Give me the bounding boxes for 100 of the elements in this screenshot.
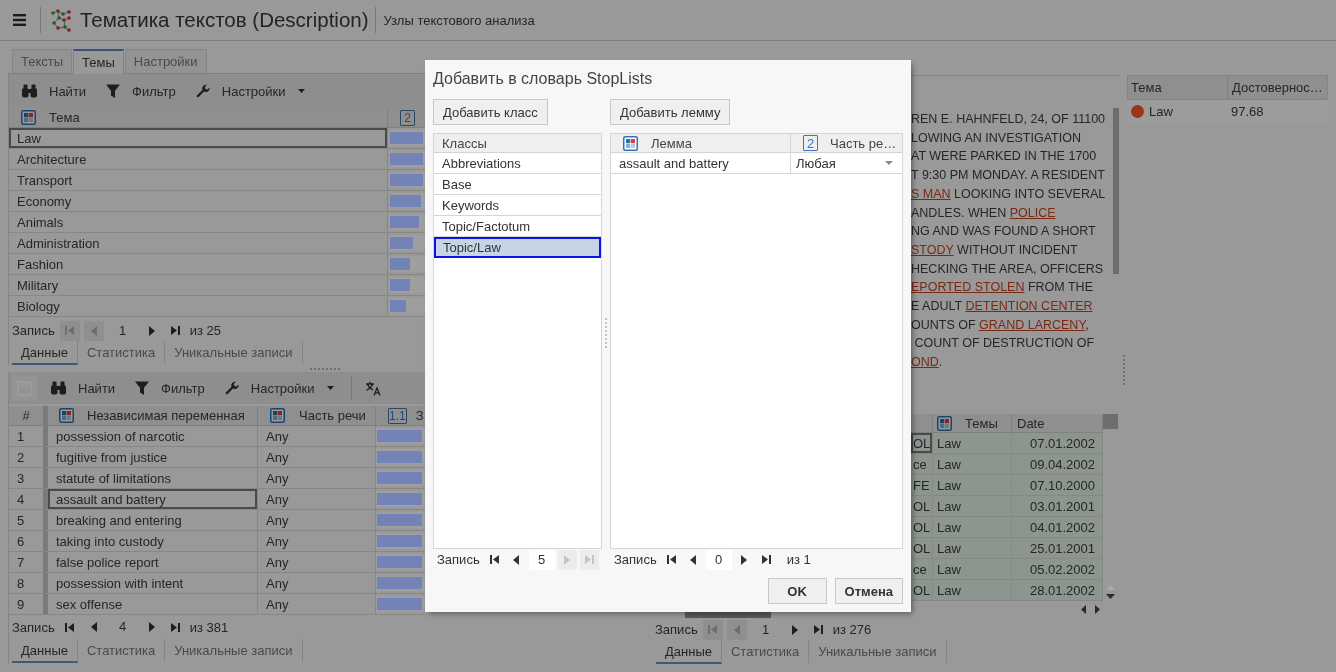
tab[interactable]: Тексты	[12, 49, 73, 73]
page-number-field[interactable]: 1	[750, 619, 781, 640]
term-link[interactable]: S MAN	[911, 186, 951, 201]
wrench-icon	[224, 381, 239, 395]
table-cell: OL	[911, 433, 933, 453]
dropdown-caret-icon	[885, 161, 893, 165]
table-cell: 07.01.2002	[1012, 433, 1103, 453]
term-link[interactable]: STODY	[911, 242, 954, 257]
column-header[interactable]: Достовернос…	[1232, 80, 1323, 95]
table-cell: OL	[911, 517, 933, 537]
right-triangle-icon	[564, 554, 571, 565]
term-link[interactable]: OND	[911, 355, 939, 370]
view-tab[interactable]: Уникальные записи	[809, 640, 947, 664]
skip-start-icon	[666, 554, 676, 565]
term-link[interactable]: GRAND LARCENY	[979, 317, 1086, 332]
add-class-button[interactable]: Добавить класс	[433, 99, 548, 125]
table-cell: Law	[933, 433, 1012, 453]
settings-button[interactable]: Настройки	[195, 78, 305, 104]
dialog-button[interactable]: Отмена	[834, 578, 903, 604]
view-tab[interactable]: Статистика	[77, 341, 166, 365]
table-cell: 03.01.2001	[1012, 496, 1103, 516]
scroll-left-icon[interactable]	[1081, 604, 1086, 614]
dialog-button[interactable]: OK	[767, 578, 827, 604]
view-tab[interactable]: Уникальные записи	[165, 341, 303, 365]
left-triangle-icon	[90, 325, 97, 336]
column-header[interactable]: Темы	[965, 415, 998, 431]
table-cell: 04.01.2002	[1012, 517, 1103, 537]
grid-squares-icon	[59, 408, 74, 423]
filter-button[interactable]: Фильтр	[106, 78, 176, 104]
table-cell: 09.04.2002	[1012, 454, 1103, 474]
class-list-item[interactable]: Base	[434, 174, 601, 195]
scroll-down-icon[interactable]	[1106, 594, 1115, 599]
term-link[interactable]: DETENTION CENTER	[965, 299, 1093, 314]
menu-icon[interactable]	[13, 14, 26, 26]
column-type-badge: 2	[400, 109, 415, 126]
find-button[interactable]: Найти	[51, 375, 116, 401]
view-tab[interactable]: Данные	[656, 640, 722, 664]
page-number-field[interactable]: 4	[107, 617, 138, 637]
scroll-right-icon[interactable]	[1095, 604, 1100, 614]
column-header[interactable]: Тема	[49, 110, 80, 125]
tab[interactable]: Настройки	[124, 49, 207, 73]
skip-end-icon	[171, 325, 181, 336]
scrollbar-thumb[interactable]	[1113, 108, 1119, 274]
row-number: 1	[9, 426, 48, 446]
document-text: REN E. HAHNFELD, 24, OF 11100 LOWING AN INVESTIGATION AT WERE PARKED IN THE 1700 T 9:30 PM MONDAY. A RESIDENT S MAN LOOKING INTO SEVERAL ANDLES. WHEN POLICE NG AND WAS FOUND A SHORT STODY WITHOUT INCIDENT HECKING THE AREA, OFFICERS EPORTED STOLEN FROM THE E ADULT DETENTION CENTER OUNTS OF GRAND LARCENY, COUNT OF DESTRUCTION OF OND.	[911, 111, 1107, 372]
column-header[interactable]: Независимая переменная	[87, 408, 245, 423]
dialog-title: Добавить в словарь StopLists	[433, 69, 653, 89]
page-number-field[interactable]: 5	[528, 549, 555, 570]
left-triangle-icon	[513, 554, 520, 565]
view-tab[interactable]: Статистика	[77, 639, 166, 663]
table-cell: false police report	[48, 552, 258, 572]
splitter-handle[interactable]	[310, 367, 340, 370]
part-of-speech-dropdown[interactable]: Любая	[791, 153, 902, 173]
column-header[interactable]: З	[415, 408, 424, 423]
table-cell: Transport	[9, 170, 388, 190]
filter-button[interactable]: Фильтр	[135, 375, 205, 401]
table-cell: Law	[933, 517, 1012, 537]
term-link[interactable]: EPORTED STOLEN	[911, 280, 1025, 295]
table-cell: statute of limitations	[48, 468, 258, 488]
add-lemma-button[interactable]: Добавить лемму	[610, 99, 731, 125]
table-cell: Administration	[9, 233, 388, 253]
skip-end-icon	[814, 624, 824, 635]
scrollbar-thumb[interactable]	[1103, 414, 1118, 429]
page-number-field[interactable]: 0	[705, 549, 732, 570]
page-count: из 25	[189, 323, 221, 338]
skip-end-icon	[171, 621, 181, 633]
column-header[interactable]: Лемма	[651, 135, 692, 151]
find-button[interactable]: Найти	[22, 78, 87, 104]
column-header[interactable]: Часть ре…	[830, 135, 897, 151]
scrollbar-thumb[interactable]	[685, 612, 771, 618]
splitter-handle[interactable]	[605, 318, 607, 348]
class-list-item[interactable]: Abbreviations	[434, 153, 601, 174]
view-tab[interactable]: Данные	[12, 639, 78, 663]
table-cell: Law	[9, 128, 388, 148]
page-number-field[interactable]: 1	[107, 320, 138, 341]
table-cell: Law	[933, 475, 1012, 495]
class-list-item[interactable]: Keywords	[434, 195, 601, 216]
column-header[interactable]: Date	[1017, 415, 1045, 431]
column-header[interactable]: Часть речи	[299, 408, 366, 423]
term-link[interactable]: POLICE	[1009, 205, 1056, 220]
table-cell: 25.01.2001	[1012, 538, 1103, 558]
class-list-item[interactable]: Topic/Law	[434, 237, 601, 258]
logo-icon	[50, 8, 72, 32]
row-number: 3	[9, 468, 48, 488]
row-number: 5	[9, 510, 48, 530]
view-tab[interactable]: Статистика	[721, 640, 810, 664]
table-cell: Fashion	[9, 254, 388, 274]
table-cell: possession of narcotic	[48, 426, 258, 446]
skip-end-icon	[761, 554, 771, 565]
settings-button[interactable]: Настройки	[224, 375, 334, 401]
splitter-handle[interactable]	[1122, 355, 1125, 385]
view-tab[interactable]: Данные	[12, 341, 78, 365]
page-count: из 381	[189, 619, 229, 635]
tab[interactable]: Темы	[73, 49, 124, 74]
page-count: из 1	[786, 552, 811, 567]
column-header[interactable]: #	[9, 406, 48, 425]
pager-label: Запись	[437, 552, 480, 567]
funnel-icon	[135, 381, 150, 395]
column-header[interactable]: Тема	[1131, 80, 1162, 95]
view-tab[interactable]: Уникальные записи	[165, 639, 303, 663]
